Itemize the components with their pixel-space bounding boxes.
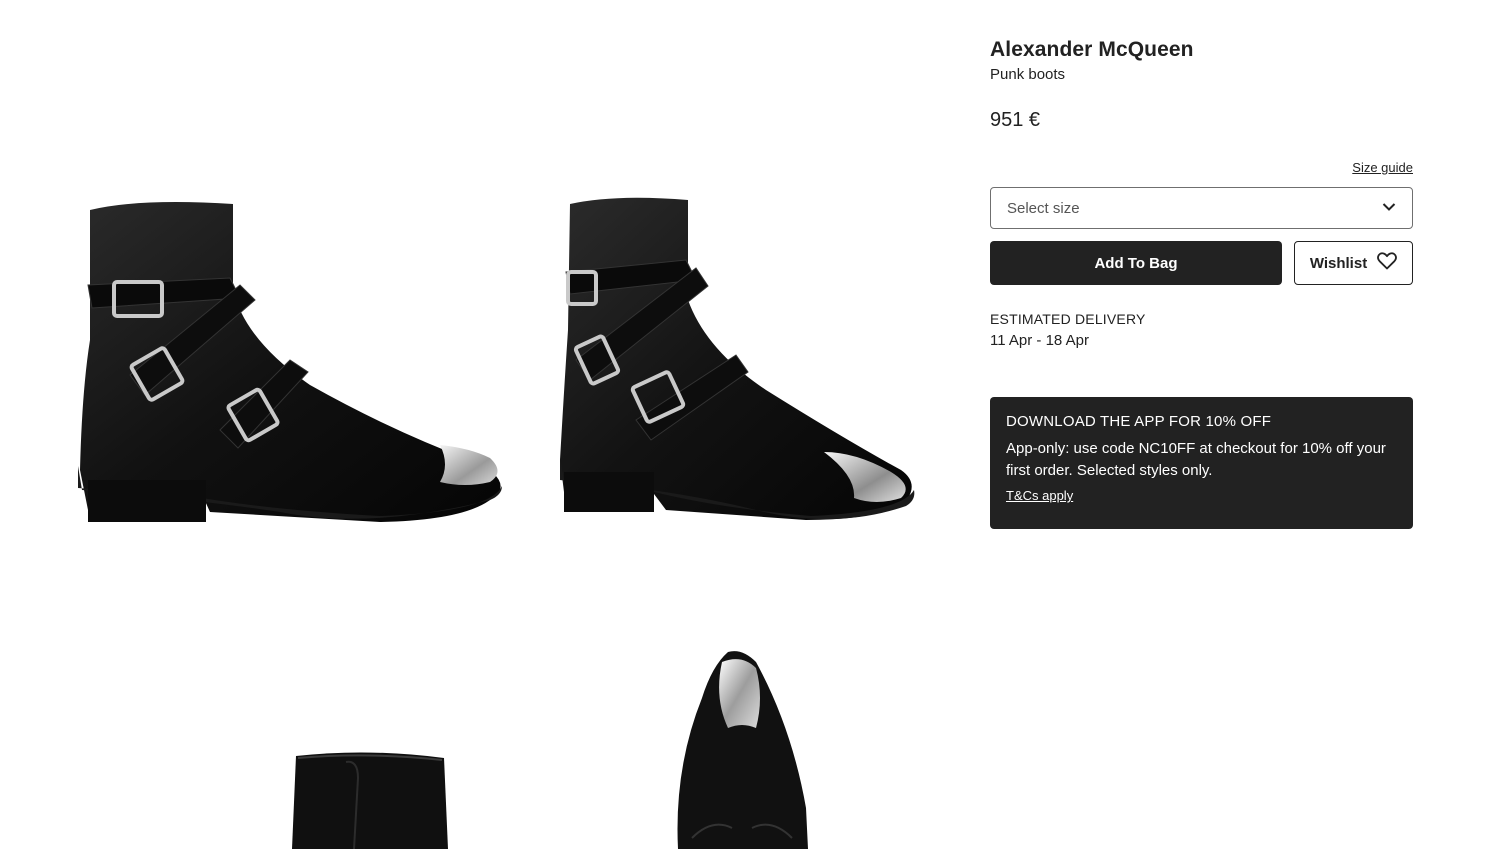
product-image-top[interactable] xyxy=(672,648,812,849)
estimated-delivery: ESTIMATED DELIVERY 11 Apr - 18 Apr xyxy=(990,311,1413,349)
product-info-panel: Alexander McQueen Punk boots 951 € Size … xyxy=(990,38,1413,529)
add-to-bag-button[interactable]: Add To Bag xyxy=(990,241,1282,285)
chevron-down-icon xyxy=(1382,199,1396,217)
promo-body: App-only: use code NC10FF at checkout fo… xyxy=(1006,440,1386,479)
promo-terms-link[interactable]: T&Cs apply xyxy=(1006,488,1073,503)
product-image-back[interactable] xyxy=(288,748,453,849)
promo-title: DOWNLOAD THE APP FOR 10% OFF xyxy=(1006,413,1272,430)
wishlist-label: Wishlist xyxy=(1309,254,1368,272)
size-guide-link[interactable]: Size guide xyxy=(1352,160,1413,175)
heart-icon xyxy=(1377,252,1398,274)
product-name: Punk boots xyxy=(990,66,1066,83)
size-select-dropdown[interactable]: Select size xyxy=(990,187,1413,229)
purchase-actions: Add To Bag Wishlist xyxy=(990,241,1413,285)
product-image-side[interactable] xyxy=(70,190,510,540)
brand-name[interactable]: Alexander McQueen xyxy=(990,38,1413,62)
delivery-dates: 11 Apr - 18 Apr xyxy=(990,332,1089,349)
delivery-title: ESTIMATED DELIVERY xyxy=(990,311,1146,327)
wishlist-button[interactable]: Wishlist xyxy=(1294,241,1413,285)
size-guide-row: Size guide xyxy=(990,160,1413,175)
size-select-placeholder: Select size xyxy=(1007,199,1080,217)
product-page: Alexander McQueen Punk boots 951 € Size … xyxy=(0,0,1503,849)
app-promo-banner: DOWNLOAD THE APP FOR 10% OFF App-only: u… xyxy=(990,397,1413,529)
product-price: 951 € xyxy=(990,109,1041,131)
product-image-angle[interactable] xyxy=(556,190,926,540)
product-gallery xyxy=(0,0,960,849)
